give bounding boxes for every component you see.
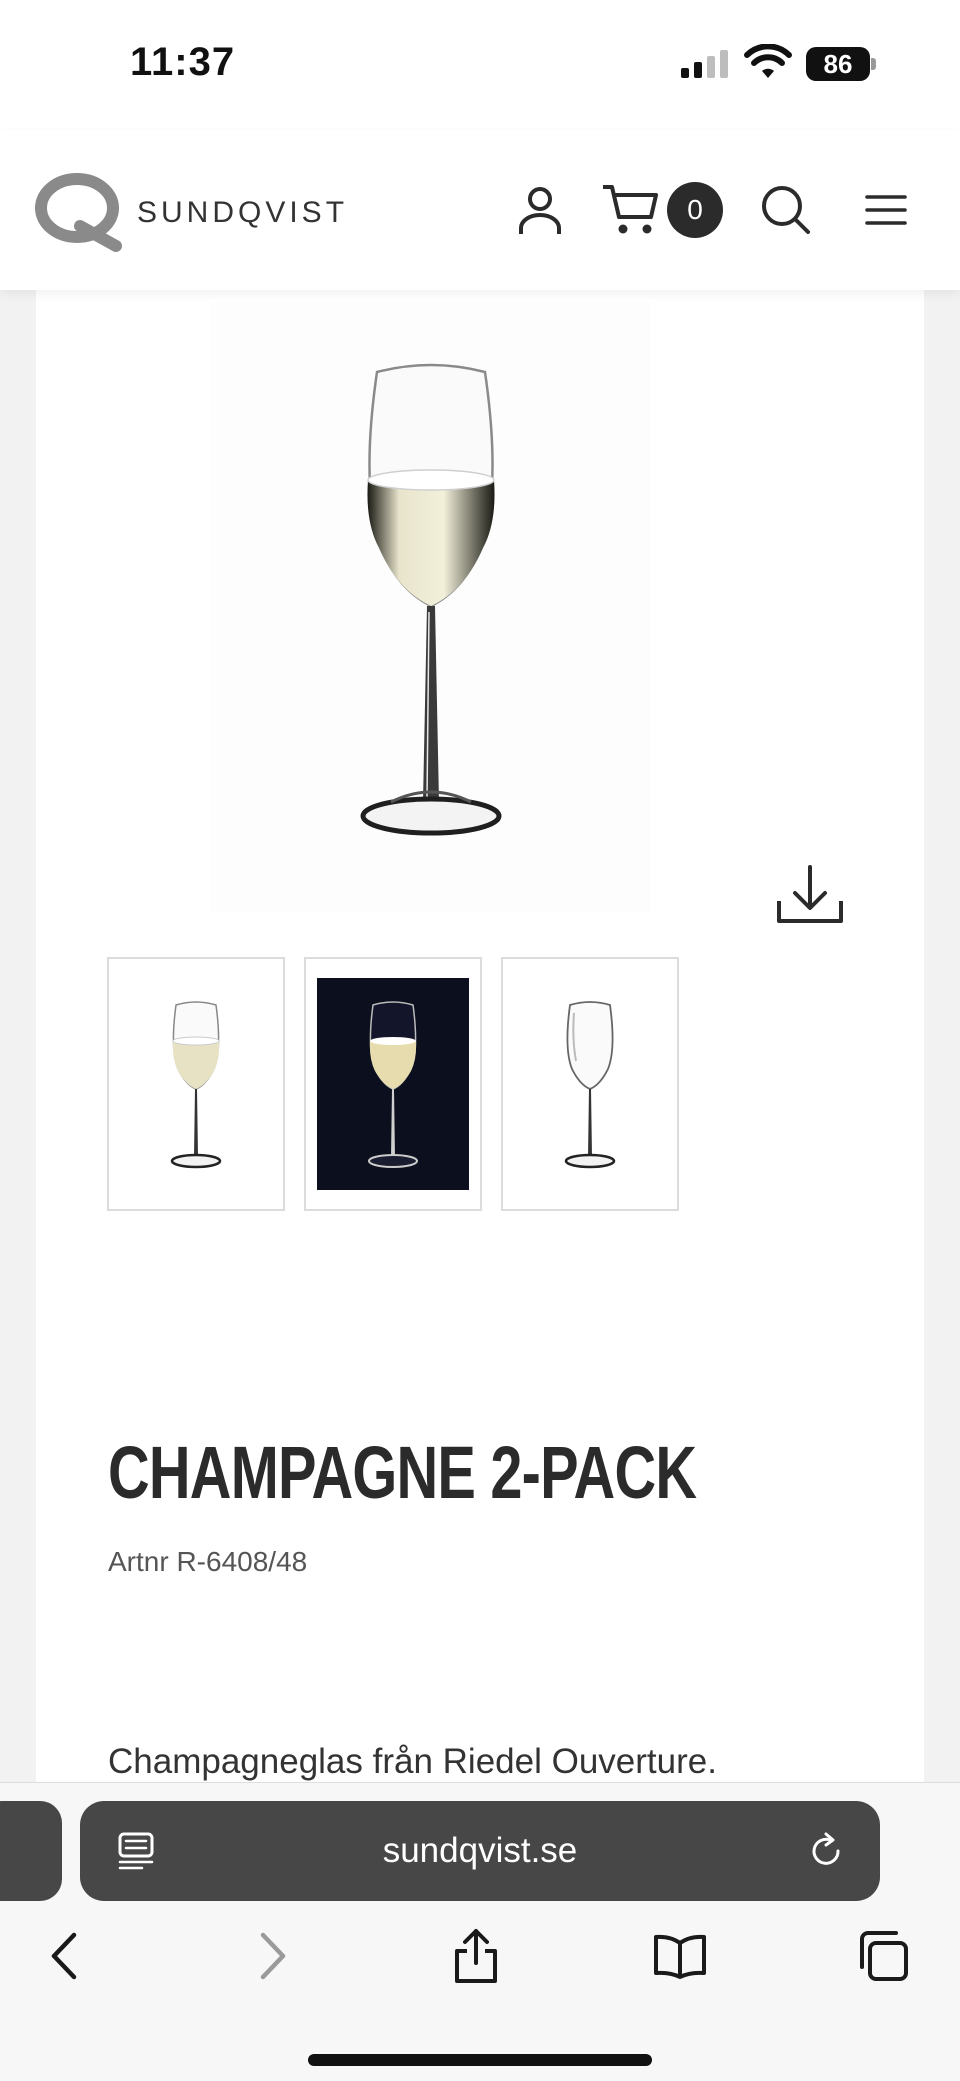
- back-button[interactable]: [29, 1921, 99, 1991]
- tabs-button[interactable]: [848, 1921, 918, 1991]
- status-bar: 11:37 86: [0, 0, 960, 130]
- thumbnail-dark-inner: [317, 978, 469, 1190]
- search-icon: [762, 186, 810, 234]
- thumbnail-dark-background[interactable]: [304, 957, 482, 1211]
- address-bar[interactable]: sundqvist.se: [80, 1801, 880, 1901]
- champagne-glass-thumbnail-icon: [170, 1001, 222, 1169]
- search-button[interactable]: [756, 180, 816, 240]
- home-indicator[interactable]: [308, 2054, 652, 2066]
- download-icon: [777, 865, 843, 923]
- product-title: CHAMPAGNE 2-PACK: [108, 1431, 697, 1514]
- logo-text[interactable]: SUNDQVIST: [137, 196, 348, 230]
- thumbnail-empty-glass[interactable]: [501, 957, 679, 1211]
- article-number: Artnr R-6408/48: [108, 1546, 308, 1577]
- tabs-icon: [860, 1931, 908, 1981]
- reload-icon[interactable]: [806, 1831, 846, 1871]
- product-description: Champagneglas från Riedel Ouverture.: [108, 1742, 717, 1781]
- share-icon: [455, 1929, 497, 1983]
- wifi-icon: [744, 44, 792, 78]
- account-icon: [519, 187, 561, 234]
- bookmarks-icon: [654, 1934, 706, 1979]
- share-button[interactable]: [441, 1921, 511, 1991]
- empty-glass-thumbnail-icon: [564, 1001, 616, 1169]
- menu-button[interactable]: [856, 180, 916, 240]
- cellular-signal-icon: [681, 50, 728, 78]
- previous-tab-preview[interactable]: [0, 1801, 62, 1901]
- product-card: CHAMPAGNE 2-PACK Artnr R-6408/48 Champag…: [36, 290, 924, 1790]
- battery-icon: 86: [806, 47, 876, 81]
- bookmarks-button[interactable]: [645, 1921, 715, 1991]
- url-text[interactable]: sundqvist.se: [80, 1801, 880, 1901]
- download-button[interactable]: [770, 855, 850, 935]
- product-main-image[interactable]: [211, 302, 651, 912]
- menu-icon: [865, 195, 907, 225]
- thumbnail-filled-glass[interactable]: [107, 957, 285, 1211]
- forward-button[interactable]: [238, 1921, 308, 1991]
- champagne-glass-image: [360, 363, 502, 836]
- site-header: SUNDQVIST 0: [0, 130, 960, 290]
- sundqvist-logo-icon[interactable]: [34, 172, 124, 252]
- champagne-glass-dark-thumbnail-icon: [368, 1001, 418, 1168]
- cart-icon: [603, 185, 658, 234]
- cart-button[interactable]: [600, 180, 660, 240]
- battery-level: 86: [823, 49, 853, 79]
- status-time: 11:37: [130, 40, 236, 84]
- back-icon: [51, 1932, 77, 1980]
- account-button[interactable]: [510, 180, 570, 240]
- forward-icon: [260, 1932, 286, 1980]
- browser-toolbar: sundqvist.se: [0, 1782, 960, 2081]
- cart-count-badge[interactable]: 0: [667, 182, 723, 238]
